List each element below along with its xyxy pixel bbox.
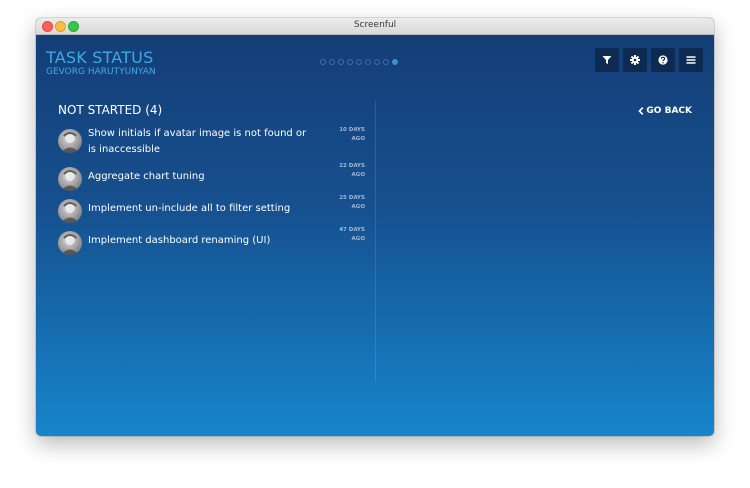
task-age-value: 47 DAYS [339,227,365,233]
task-age: 22 DAYS AGO [315,162,365,180]
task-title: Show initials if avatar image is not fou… [88,128,307,155]
hamburger-menu-icon [686,56,696,64]
list-item[interactable]: Implement un-include all to filter setti… [58,195,366,224]
task-age-value: 22 DAYS [339,163,365,169]
chevron-left-icon [638,107,644,115]
go-back-label: GO BACK [646,106,692,116]
task-age-suffix: AGO [351,236,365,242]
window-titlebar[interactable]: Screenful [36,18,714,35]
task-age-suffix: AGO [351,136,365,142]
task-age-suffix: AGO [351,204,365,210]
list-item[interactable]: Show initials if avatar image is not fou… [58,126,366,158]
filter-icon [602,56,612,64]
page-subtitle: GEVORG HARUTYUNYAN [46,67,156,77]
page-indicator [320,59,398,65]
gear-icon [630,55,640,65]
page-title: TASK STATUS [46,48,154,67]
toolbar [595,48,703,72]
main-content: TASK STATUS GEVORG HARUTYUNYAN NOT START… [36,35,714,436]
pager-dot[interactable] [365,59,371,65]
task-age-value: 25 DAYS [339,195,365,201]
task-title: Aggregate chart tuning [88,171,205,182]
filter-button[interactable] [595,48,619,72]
task-title: Implement dashboard renaming (UI) [88,235,271,246]
task-age: 10 DAYS AGO [315,126,365,144]
pager-dot[interactable] [392,59,398,65]
list-item[interactable]: Implement dashboard renaming (UI) 47 DAYS… [58,227,366,256]
task-age: 25 DAYS AGO [315,194,365,212]
pager-dot[interactable] [329,59,335,65]
app-window: Screenful TASK STATUS GEVORG HARUTYUNYAN [36,18,714,436]
pager-dot[interactable] [320,59,326,65]
avatar [58,129,82,153]
go-back-button[interactable]: GO BACK [638,106,692,116]
pager-dot[interactable] [374,59,380,65]
avatar [58,231,82,255]
menu-button[interactable] [679,48,703,72]
task-age-value: 10 DAYS [339,127,365,133]
pager-dot[interactable] [347,59,353,65]
section-title: NOT STARTED (4) [58,103,163,117]
task-age-suffix: AGO [351,172,365,178]
pager-dot[interactable] [338,59,344,65]
window-title: Screenful [353,20,397,30]
pager-dot[interactable] [356,59,362,65]
avatar [58,167,82,191]
list-item[interactable]: Aggregate chart tuning 22 DAYS AGO [58,163,366,192]
task-title: Implement un-include all to filter setti… [88,203,291,214]
task-age: 47 DAYS AGO [315,226,365,244]
avatar [58,199,82,223]
pager-dot[interactable] [383,59,389,65]
settings-button[interactable] [623,48,647,72]
help-icon [658,55,668,65]
help-button[interactable] [651,48,675,72]
column-divider [375,101,376,381]
